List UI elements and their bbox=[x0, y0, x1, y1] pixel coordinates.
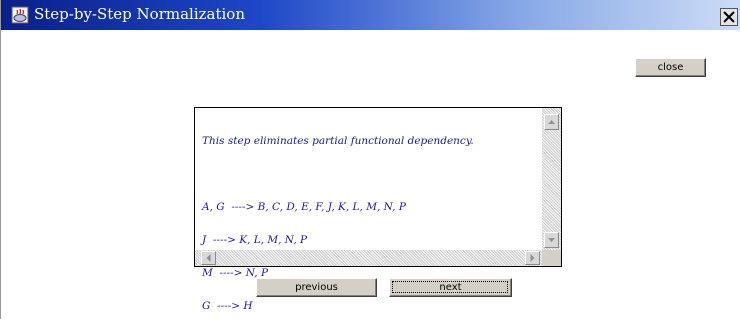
chevron-right-icon bbox=[526, 252, 539, 264]
chevron-left-icon bbox=[202, 252, 215, 264]
step-description: This step eliminates partial functional … bbox=[202, 135, 474, 147]
window-close-button[interactable] bbox=[720, 8, 738, 26]
scrollbar-corner bbox=[542, 250, 561, 266]
scroll-up-button[interactable] bbox=[544, 114, 559, 130]
textarea-content: This step eliminates partial functional … bbox=[202, 114, 542, 334]
vertical-scrollbar[interactable] bbox=[542, 108, 561, 250]
title-bar[interactable]: Step-by-Step Normalization bbox=[1, 0, 740, 30]
explanation-textarea[interactable]: This step eliminates partial functional … bbox=[194, 107, 562, 312]
normalization-window: Step-by-Step Normalization close This st… bbox=[0, 0, 740, 319]
previous-button[interactable]: previous bbox=[256, 278, 377, 297]
dependency-line: A, G ----> B, C, D, E, F, J, K, L, M, N,… bbox=[202, 201, 406, 213]
dependency-line: J ----> K, L, M, N, P bbox=[202, 234, 308, 246]
close-icon bbox=[721, 9, 737, 25]
scroll-right-button[interactable] bbox=[525, 251, 540, 265]
app-icon bbox=[11, 6, 29, 24]
focus-ring bbox=[392, 281, 508, 293]
chevron-up-icon bbox=[545, 115, 558, 129]
horizontal-scrollbar[interactable] bbox=[195, 250, 542, 266]
scroll-down-button[interactable] bbox=[544, 232, 559, 248]
close-button[interactable]: close bbox=[635, 58, 706, 77]
dependency-line: G ----> H bbox=[202, 300, 253, 312]
window-title: Step-by-Step Normalization bbox=[34, 5, 245, 23]
scroll-left-button[interactable] bbox=[201, 251, 216, 265]
next-button[interactable]: next bbox=[389, 278, 512, 297]
chevron-down-icon bbox=[545, 233, 558, 247]
